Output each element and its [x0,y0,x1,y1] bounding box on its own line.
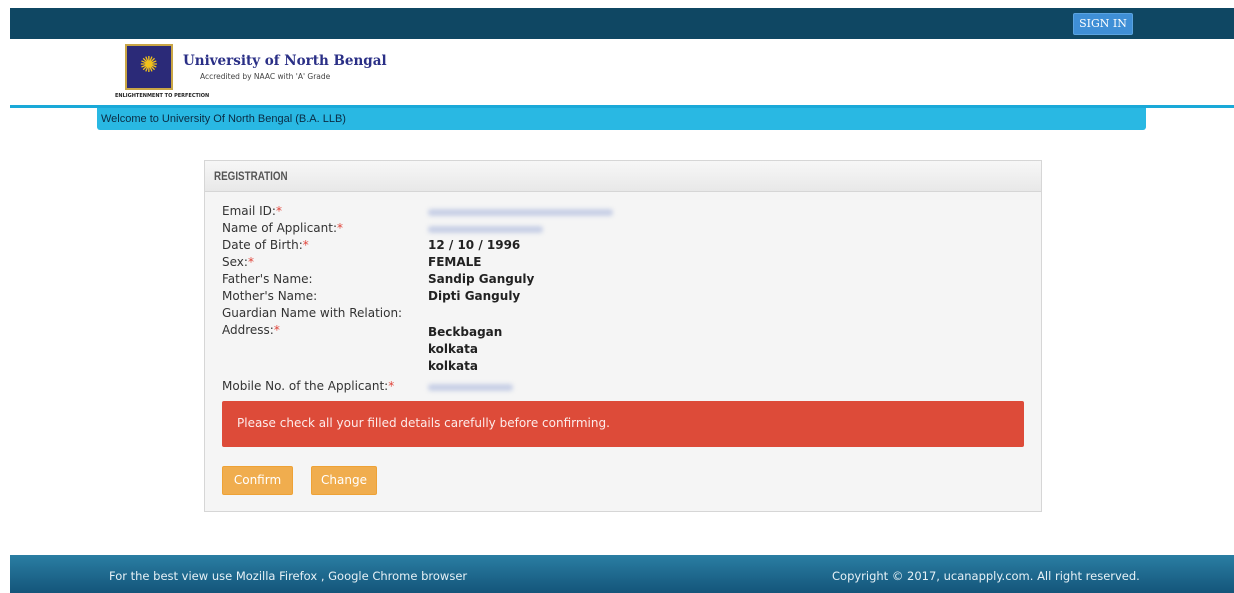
sex-value: FEMALE [428,255,482,269]
address-line-3: kolkata [428,359,478,373]
registration-panel: REGISTRATION Email ID:* Name of Applican… [204,160,1042,512]
university-name: University of North Bengal [183,53,387,69]
confirmation-alert: Please check all your filled details car… [222,401,1024,447]
logo-emblem-icon: ✺ [125,44,173,90]
change-button[interactable]: Change [311,466,377,495]
welcome-bar: Welcome to University Of North Bengal (B… [97,108,1146,130]
field-label-guardian: Guardian Name with Relation: [222,306,403,320]
panel-title: REGISTRATION [205,161,1041,192]
accreditation-text: Accredited by NAAC with 'A' Grade [200,72,331,81]
field-label-address: Address:* [222,323,280,337]
field-label-mobile: Mobile No. of the Applicant:* [222,379,395,393]
field-label-applicant-name: Name of Applicant:* [222,221,344,235]
address-line-1: Beckbagan [428,325,503,339]
university-logo[interactable]: ✺ ENLIGHTENMENT TO PERFECTION [115,44,210,104]
mobile-value-redacted [428,384,513,391]
confirm-button[interactable]: Confirm [222,466,293,495]
field-label-mother-name: Mother's Name: [222,289,318,303]
address-line-2: kolkata [428,342,478,356]
email-value-redacted [428,209,613,216]
field-label-email: Email ID:* [222,204,282,218]
browser-recommendation: For the best view use Mozilla Firefox , … [109,569,468,583]
sun-emblem-icon: ✺ [139,53,159,78]
copyright-text: Copyright © 2017, ucanapply.com. All rig… [832,569,1140,583]
field-label-sex: Sex:* [222,255,254,269]
dob-value: 12 / 10 / 1996 [428,238,521,252]
father-name-value: Sandip Ganguly [428,272,535,286]
site-footer: For the best view use Mozilla Firefox , … [10,555,1234,593]
applicant-name-redacted [428,226,543,233]
logo-motto: ENLIGHTENMENT TO PERFECTION [115,93,210,99]
mother-name-value: Dipti Ganguly [428,289,521,303]
sign-in-button[interactable]: SIGN IN [1073,13,1133,35]
field-label-father-name: Father's Name: [222,272,313,286]
site-header: ✺ ENLIGHTENMENT TO PERFECTION University… [10,39,1234,105]
field-label-dob: Date of Birth:* [222,238,309,252]
top-bar: SIGN IN [10,8,1234,39]
